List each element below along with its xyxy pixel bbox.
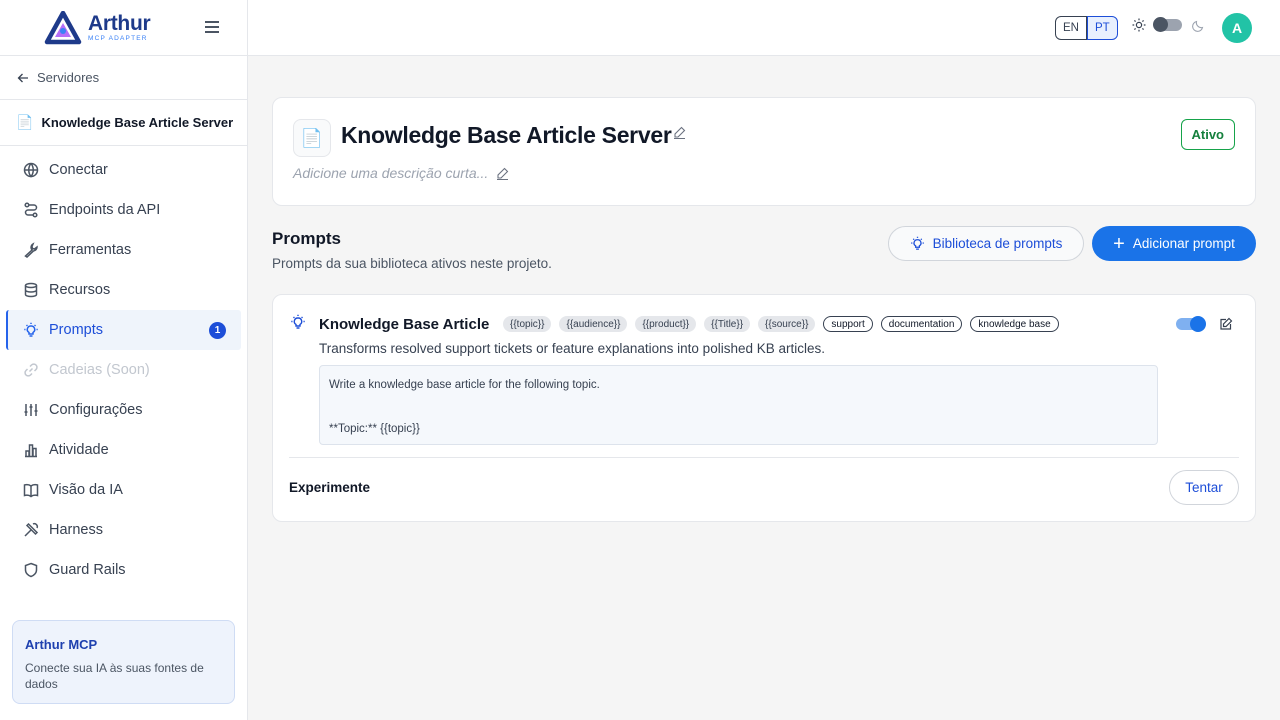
bar-chart-icon — [25, 444, 37, 458]
sidebar-item-label: Guard Rails — [49, 562, 126, 578]
label-tag: documentation — [880, 316, 963, 332]
globe-icon — [23, 162, 39, 178]
theme-toggle[interactable] — [1153, 17, 1182, 32]
link-icon — [24, 363, 38, 377]
prompt-tags: {{topic}} {{audience}} {{product}} {{Tit… — [503, 316, 1067, 332]
sidebar-item-label: Configurações — [49, 402, 143, 418]
document-icon: 📄 — [16, 114, 34, 130]
status-badge: Ativo — [1180, 119, 1235, 150]
moon-icon — [1192, 20, 1204, 32]
lightbulb-icon — [910, 236, 924, 250]
arthur-logo-icon — [44, 10, 82, 44]
prompts-count-badge: 1 — [209, 322, 226, 339]
try-button[interactable]: Tentar — [1169, 470, 1239, 505]
sidebar-item-label: Cadeias (Soon) — [49, 362, 150, 378]
sidebar-item-guard-rails[interactable]: Guard Rails — [6, 550, 241, 590]
prompt-template-preview: Write a knowledge base article for the f… — [319, 365, 1158, 445]
prompt-library-button[interactable]: Biblioteca de prompts — [888, 226, 1084, 261]
edit-title-icon[interactable] — [673, 126, 686, 139]
add-prompt-button[interactable]: + Adicionar prompt — [1092, 226, 1256, 261]
description-field[interactable]: Adicione uma descrição curta... — [293, 165, 509, 181]
prompt-card: Knowledge Base Article {{topic}} {{audie… — [272, 294, 1256, 522]
variable-tag: {{topic}} — [503, 316, 552, 332]
language-switcher: EN PT — [1055, 16, 1118, 40]
avatar[interactable]: A — [1222, 13, 1252, 43]
sidebar-item-label: Recursos — [49, 282, 111, 298]
route-icon — [24, 202, 38, 218]
experiment-label: Experimente — [289, 480, 371, 495]
variable-tag: {{source}} — [758, 316, 816, 332]
template-line: **Topic:** {{topic}} — [329, 423, 420, 435]
sidebar-item-prompts[interactable]: Prompts 1 — [6, 310, 241, 350]
plus-icon: + — [1113, 232, 1125, 255]
sidebar-item-atividade[interactable]: Atividade — [6, 430, 241, 470]
template-line: Write a knowledge base article for the f… — [329, 379, 600, 391]
label-tag: knowledge base — [970, 316, 1059, 332]
lightbulb-icon — [291, 314, 305, 329]
sidebar-item-ferramentas[interactable]: Ferramentas — [6, 230, 241, 270]
promo-card: Arthur MCP Conecte sua IA às suas fontes… — [12, 620, 235, 704]
edit-prompt-icon[interactable] — [1219, 317, 1233, 331]
variable-tag: {{product}} — [635, 316, 697, 332]
brand-name: Arthur — [88, 11, 151, 35]
prompt-name: Knowledge Base Article — [319, 316, 490, 333]
description-placeholder: Adicione uma descrição curta... — [293, 165, 489, 181]
promo-title: Arthur MCP — [25, 637, 98, 652]
prompts-section-subtitle: Prompts da sua biblioteca ativos neste p… — [272, 256, 552, 271]
sidebar-item-configuracoes[interactable]: Configurações — [6, 390, 241, 430]
variable-tag: {{audience}} — [559, 316, 628, 332]
lightbulb-icon — [24, 322, 38, 337]
sidebar-item-conectar[interactable]: Conectar — [6, 150, 241, 190]
variable-tag: {{Title}} — [704, 316, 751, 332]
back-to-servers-link[interactable]: Servidores — [0, 56, 247, 100]
book-icon — [23, 483, 39, 498]
top-header: EN PT A — [248, 0, 1280, 56]
sidebar-item-label: Ferramentas — [49, 242, 132, 258]
edit-description-icon[interactable] — [496, 167, 509, 180]
sidebar-item-label: Visão da IA — [49, 482, 123, 498]
shield-icon — [24, 562, 38, 578]
page-title: Knowledge Base Article Server — [341, 122, 672, 148]
lang-en-button[interactable]: EN — [1055, 16, 1087, 40]
server-header-card: 📄 Knowledge Base Article Server Adicione… — [272, 97, 1256, 206]
sidebar: Arthur MCP ADAPTER Servidores 📄 Knowledg… — [0, 0, 248, 720]
sidebar-item-visao-ia[interactable]: Visão da IA — [6, 470, 241, 510]
wrench-icon — [24, 242, 38, 258]
prompts-section-title: Prompts — [272, 229, 341, 248]
back-label: Servidores — [37, 70, 100, 85]
sidebar-item-label: Harness — [49, 522, 103, 538]
server-name: Knowledge Base Article Server — [41, 115, 234, 130]
promo-text: Conecte sua IA às suas fontes de dados — [25, 661, 204, 691]
sidebar-item-endpoints[interactable]: Endpoints da API — [6, 190, 241, 230]
arrow-left-icon — [17, 73, 28, 82]
menu-toggle-icon[interactable] — [205, 21, 219, 33]
sidebar-item-cadeias: Cadeias (Soon) — [6, 350, 241, 390]
current-server: 📄 Knowledge Base Article Server — [0, 100, 247, 146]
document-icon: 📄 — [293, 119, 331, 157]
sidebar-item-harness[interactable]: Harness — [6, 510, 241, 550]
sidebar-nav: Conectar Endpoints da API Ferramentas Re… — [0, 146, 247, 590]
database-icon — [24, 282, 38, 298]
theme-switcher — [1132, 17, 1205, 32]
tools-icon — [24, 522, 39, 537]
sidebar-item-label: Endpoints da API — [49, 202, 161, 218]
sidebar-item-label: Atividade — [49, 442, 109, 458]
label-tag: support — [823, 316, 873, 332]
lang-pt-button[interactable]: PT — [1086, 16, 1118, 40]
sliders-icon — [24, 404, 38, 416]
sidebar-item-label: Conectar — [49, 162, 108, 178]
prompt-enabled-toggle[interactable] — [1176, 316, 1206, 332]
sun-icon — [1132, 18, 1146, 32]
brand-header: Arthur MCP ADAPTER — [0, 0, 247, 56]
sidebar-item-recursos[interactable]: Recursos — [6, 270, 241, 310]
prompt-description: Transforms resolved support tickets or f… — [319, 341, 825, 356]
prompt-library-label: Biblioteca de prompts — [932, 236, 1063, 251]
brand-subtitle: MCP ADAPTER — [88, 34, 148, 42]
divider — [289, 457, 1239, 458]
sidebar-item-label: Prompts — [49, 322, 103, 338]
add-prompt-label: Adicionar prompt — [1132, 236, 1235, 251]
